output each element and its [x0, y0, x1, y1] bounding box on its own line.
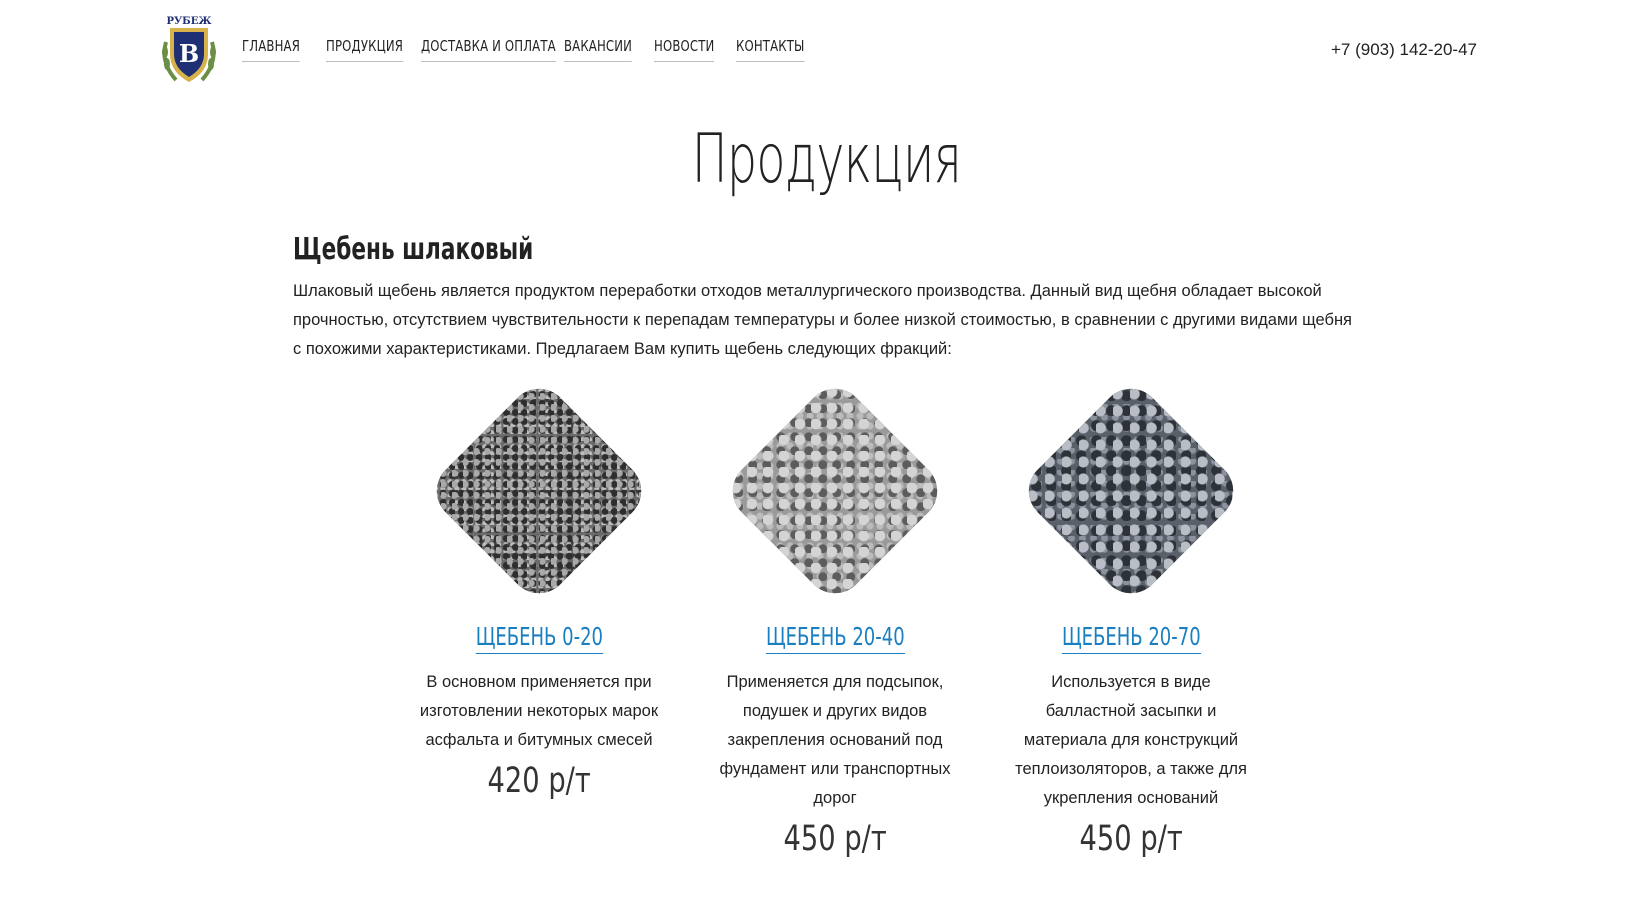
product-price-value: 450 р/т [783, 819, 887, 859]
product-card: ЩЕБЕНЬ 20-40 Применяется для подсыпок, п… [705, 376, 965, 859]
product-link[interactable]: ЩЕБЕНЬ 0-20 [475, 622, 603, 654]
product-card: ЩЕБЕНЬ 0-20 В основном применяется при и… [409, 376, 669, 801]
page-title-text: Продукция [691, 120, 961, 199]
nav-item-products[interactable]: ПРОДУКЦИЯ [326, 37, 404, 62]
product-image[interactable] [1016, 376, 1246, 606]
product-description: Используется в виде балластной засыпки и… [1015, 673, 1247, 807]
product-description: В основном применяется при изготовлении … [419, 673, 659, 749]
product-price-value: 450 р/т [1079, 819, 1183, 859]
product-price: 450 р/т [705, 819, 965, 859]
logo[interactable]: В РУБЕЖ [158, 12, 220, 88]
nav-item-vacancies[interactable]: ВАКАНСИИ [564, 37, 633, 62]
nav-item-home[interactable]: ГЛАВНАЯ [242, 37, 300, 62]
product-image[interactable] [720, 376, 950, 606]
product-card: ЩЕБЕНЬ 20-70 Используется в виде балласт… [1001, 376, 1261, 859]
product-price: 420 р/т [409, 761, 669, 801]
nav-item-delivery[interactable]: ДОСТАВКА И ОПЛАТА [421, 37, 556, 62]
logo-emblem-icon: В РУБЕЖ [162, 16, 216, 82]
logo-text: РУБЕЖ [167, 16, 213, 27]
phone-number[interactable]: +7 (903) 142-20-47 [1331, 40, 1477, 60]
product-description: Применяется для подсыпок, подушек и друг… [719, 673, 951, 807]
product-link[interactable]: ЩЕБЕНЬ 20-40 [765, 622, 905, 654]
product-price: 450 р/т [1001, 819, 1261, 859]
page-title: Продукция [0, 120, 1652, 199]
product-link[interactable]: ЩЕБЕНЬ 20-70 [1061, 622, 1201, 654]
nav-item-contacts[interactable]: КОНТАКТЫ [736, 37, 805, 62]
main-nav: ГЛАВНАЯ ПРОДУКЦИЯ ДОСТАВКА И ОПЛАТА ВАКА… [242, 37, 826, 62]
nav-item-news[interactable]: НОВОСТИ [654, 37, 715, 62]
product-price-value: 420 р/т [487, 761, 591, 801]
intro-text: Шлаковый щебень является продуктом перер… [293, 282, 1352, 358]
section-title: Щебень шлаковый [293, 232, 534, 267]
product-image[interactable] [424, 376, 654, 606]
logo-letter: В [179, 39, 199, 68]
